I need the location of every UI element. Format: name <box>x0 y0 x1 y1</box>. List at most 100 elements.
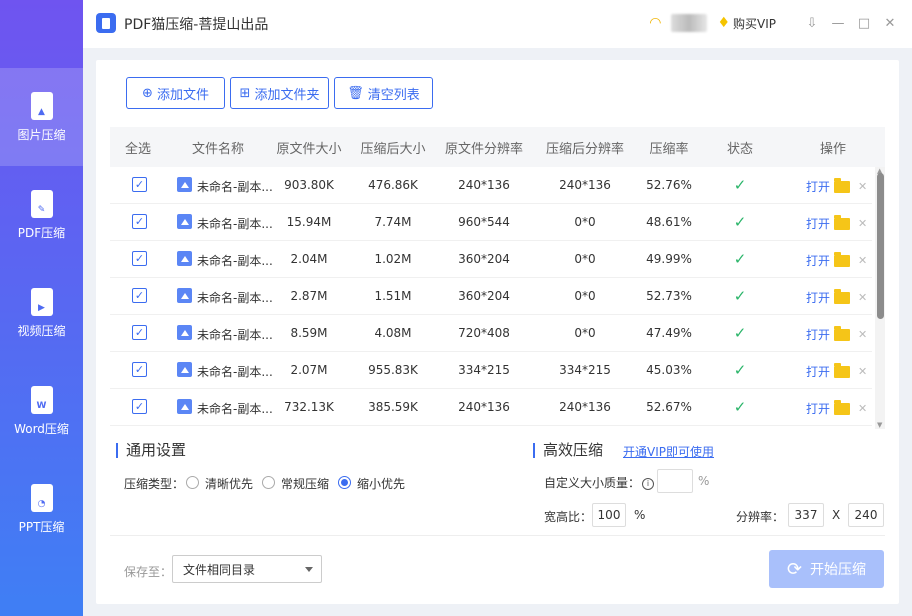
table-row[interactable]: ✓ 未命名-副本... 2.07M 955.83K 334*215 334*215 45.0… <box>110 352 872 389</box>
image-file-icon <box>177 399 192 414</box>
ratio-cell: 47.49% <box>646 326 692 340</box>
success-check-icon: ✓ <box>733 213 747 231</box>
success-check-icon: ✓ <box>733 361 747 379</box>
buy-vip-button[interactable]: ♦ 购买VIP <box>717 15 776 32</box>
remove-icon[interactable]: ✕ <box>858 365 867 378</box>
aspect-ratio-input[interactable]: 100 <box>592 503 626 527</box>
new-res-cell: 0*0 <box>574 215 596 229</box>
new-size-cell: 1.02M <box>374 252 412 266</box>
radio-clarity-first[interactable] <box>186 476 199 489</box>
image-file-icon <box>177 251 192 266</box>
remove-icon[interactable]: ✕ <box>858 291 867 304</box>
option-shrink-first[interactable]: 缩小优先 <box>357 475 405 492</box>
row-checkbox[interactable]: ✓ <box>132 399 147 414</box>
success-check-icon: ✓ <box>733 398 747 416</box>
open-link[interactable]: 打开 <box>806 363 830 380</box>
file-name: 未命名-副本... <box>197 402 273 416</box>
divider <box>110 535 885 536</box>
row-checkbox[interactable]: ✓ <box>132 177 147 192</box>
buy-vip-label: 购买VIP <box>733 16 776 31</box>
remove-icon[interactable]: ✕ <box>858 254 867 267</box>
success-check-icon: ✓ <box>733 287 747 305</box>
scroll-down-icon[interactable]: ▼ <box>877 421 882 429</box>
orig-size-cell: 2.07M <box>290 363 328 377</box>
sidebar-item-0[interactable]: ▲ 图片压缩 <box>0 68 83 166</box>
remove-icon[interactable]: ✕ <box>858 328 867 341</box>
folder-icon[interactable] <box>834 214 851 230</box>
table-row[interactable]: ✓ 未命名-副本... 8.59M 4.08M 720*408 0*0 47.49% ✓ 打开 ✕ <box>110 315 872 352</box>
minimize-icon[interactable]: — <box>830 16 846 31</box>
info-icon[interactable]: i <box>642 477 655 490</box>
open-link[interactable]: 打开 <box>806 178 830 195</box>
save-location-select[interactable]: 文件相同目录 <box>172 555 322 583</box>
table-row[interactable]: ✓ 未命名-副本... 15.94M 7.74M 960*544 0*0 48.61% ✓ 打开… <box>110 204 872 241</box>
radio-shrink-first[interactable] <box>338 476 351 489</box>
new-res-cell: 240*136 <box>559 400 611 414</box>
clear-list-label: 清空列表 <box>367 87 420 103</box>
main-panel: ⊕ 添加文件 ⊞ 添加文件夹 🗑 清空列表 全选 文件名称 原文件大小 压缩后大… <box>96 60 899 604</box>
resolution-height-input[interactable]: 240 <box>848 503 884 527</box>
chevron-down-icon <box>305 567 313 572</box>
maximize-icon[interactable]: □ <box>856 16 872 31</box>
folder-icon[interactable] <box>834 399 851 415</box>
start-compress-button[interactable]: ⟳ 开始压缩 <box>769 550 884 588</box>
folder-icon[interactable] <box>834 325 851 341</box>
resolution-x: X <box>832 508 841 522</box>
open-link[interactable]: 打开 <box>806 326 830 343</box>
table-row[interactable]: ✓ 未命名-副本... 732.13K 385.59K 240*136 240*136 52… <box>110 389 872 426</box>
user-avatar-icon[interactable]: ◠ <box>649 15 661 31</box>
new-size-cell: 385.59K <box>368 400 418 414</box>
open-vip-link[interactable]: 开通VIP即可使用 <box>623 443 714 460</box>
add-folder-button[interactable]: ⊞ 添加文件夹 <box>230 77 329 109</box>
table-row[interactable]: ✓ 未命名-副本... 903.80K 476.86K 240*136 240*136 52… <box>110 167 872 204</box>
user-name[interactable] <box>671 14 708 32</box>
sidebar-item-2[interactable]: ▶ 视频压缩 <box>0 264 83 362</box>
select-all-header[interactable]: 全选 <box>110 138 166 157</box>
open-link[interactable]: 打开 <box>806 215 830 232</box>
row-checkbox[interactable]: ✓ <box>132 288 147 303</box>
ratio-cell: 52.67% <box>646 400 692 414</box>
open-link[interactable]: 打开 <box>806 289 830 306</box>
save-location-value: 文件相同目录 <box>183 562 256 577</box>
word-file-icon: W <box>30 385 53 414</box>
image-file-icon <box>177 214 192 229</box>
row-checkbox[interactable]: ✓ <box>132 251 147 266</box>
table-row[interactable]: ✓ 未命名-副本... 2.87M 1.51M 360*204 0*0 52.73% ✓ 打开 ✕ <box>110 278 872 315</box>
folder-icon[interactable] <box>834 288 851 304</box>
folder-icon[interactable] <box>834 362 851 378</box>
new-size-cell: 4.08M <box>374 326 412 340</box>
resolution-width-input[interactable]: 337 <box>788 503 824 527</box>
table-row[interactable]: ✓ 未命名-副本... 2.04M 1.02M 360*204 0*0 49.99% ✓ 打开 ✕ <box>110 241 872 278</box>
remove-icon[interactable]: ✕ <box>858 217 867 230</box>
folder-icon[interactable] <box>834 251 851 267</box>
success-check-icon: ✓ <box>733 250 747 268</box>
add-file-label: 添加文件 <box>156 87 209 103</box>
new-size-cell: 7.74M <box>374 215 412 229</box>
orig-size-cell: 2.04M <box>290 252 328 266</box>
close-icon[interactable]: ✕ <box>882 16 898 31</box>
file-name: 未命名-副本... <box>197 180 273 194</box>
add-file-button[interactable]: ⊕ 添加文件 <box>126 77 225 109</box>
new-size-cell: 476.86K <box>368 178 418 192</box>
folder-icon[interactable] <box>834 177 851 193</box>
image-file-icon <box>177 288 192 303</box>
scrollbar-thumb[interactable] <box>877 173 884 319</box>
open-link[interactable]: 打开 <box>806 252 830 269</box>
custom-quality-input[interactable] <box>657 469 693 493</box>
sidebar-item-4[interactable]: ◔ PPT压缩 <box>0 460 83 558</box>
menu-icon[interactable]: ⇩ <box>804 16 820 31</box>
option-clarity-first[interactable]: 清晰优先 <box>205 475 253 492</box>
remove-icon[interactable]: ✕ <box>858 402 867 415</box>
sidebar-item-1[interactable]: ✎ PDF压缩 <box>0 166 83 264</box>
row-checkbox[interactable]: ✓ <box>132 362 147 377</box>
row-checkbox[interactable]: ✓ <box>132 325 147 340</box>
remove-icon[interactable]: ✕ <box>858 180 867 193</box>
row-checkbox[interactable]: ✓ <box>132 214 147 229</box>
clear-list-button[interactable]: 🗑 清空列表 <box>334 77 433 109</box>
ratio-cell: 49.99% <box>646 252 692 266</box>
radio-normal[interactable] <box>262 476 275 489</box>
option-normal[interactable]: 常规压缩 <box>281 475 329 492</box>
sidebar-item-3[interactable]: W Word压缩 <box>0 362 83 460</box>
open-link[interactable]: 打开 <box>806 400 830 417</box>
custom-quality-label: 自定义大小质量： i <box>544 474 655 491</box>
